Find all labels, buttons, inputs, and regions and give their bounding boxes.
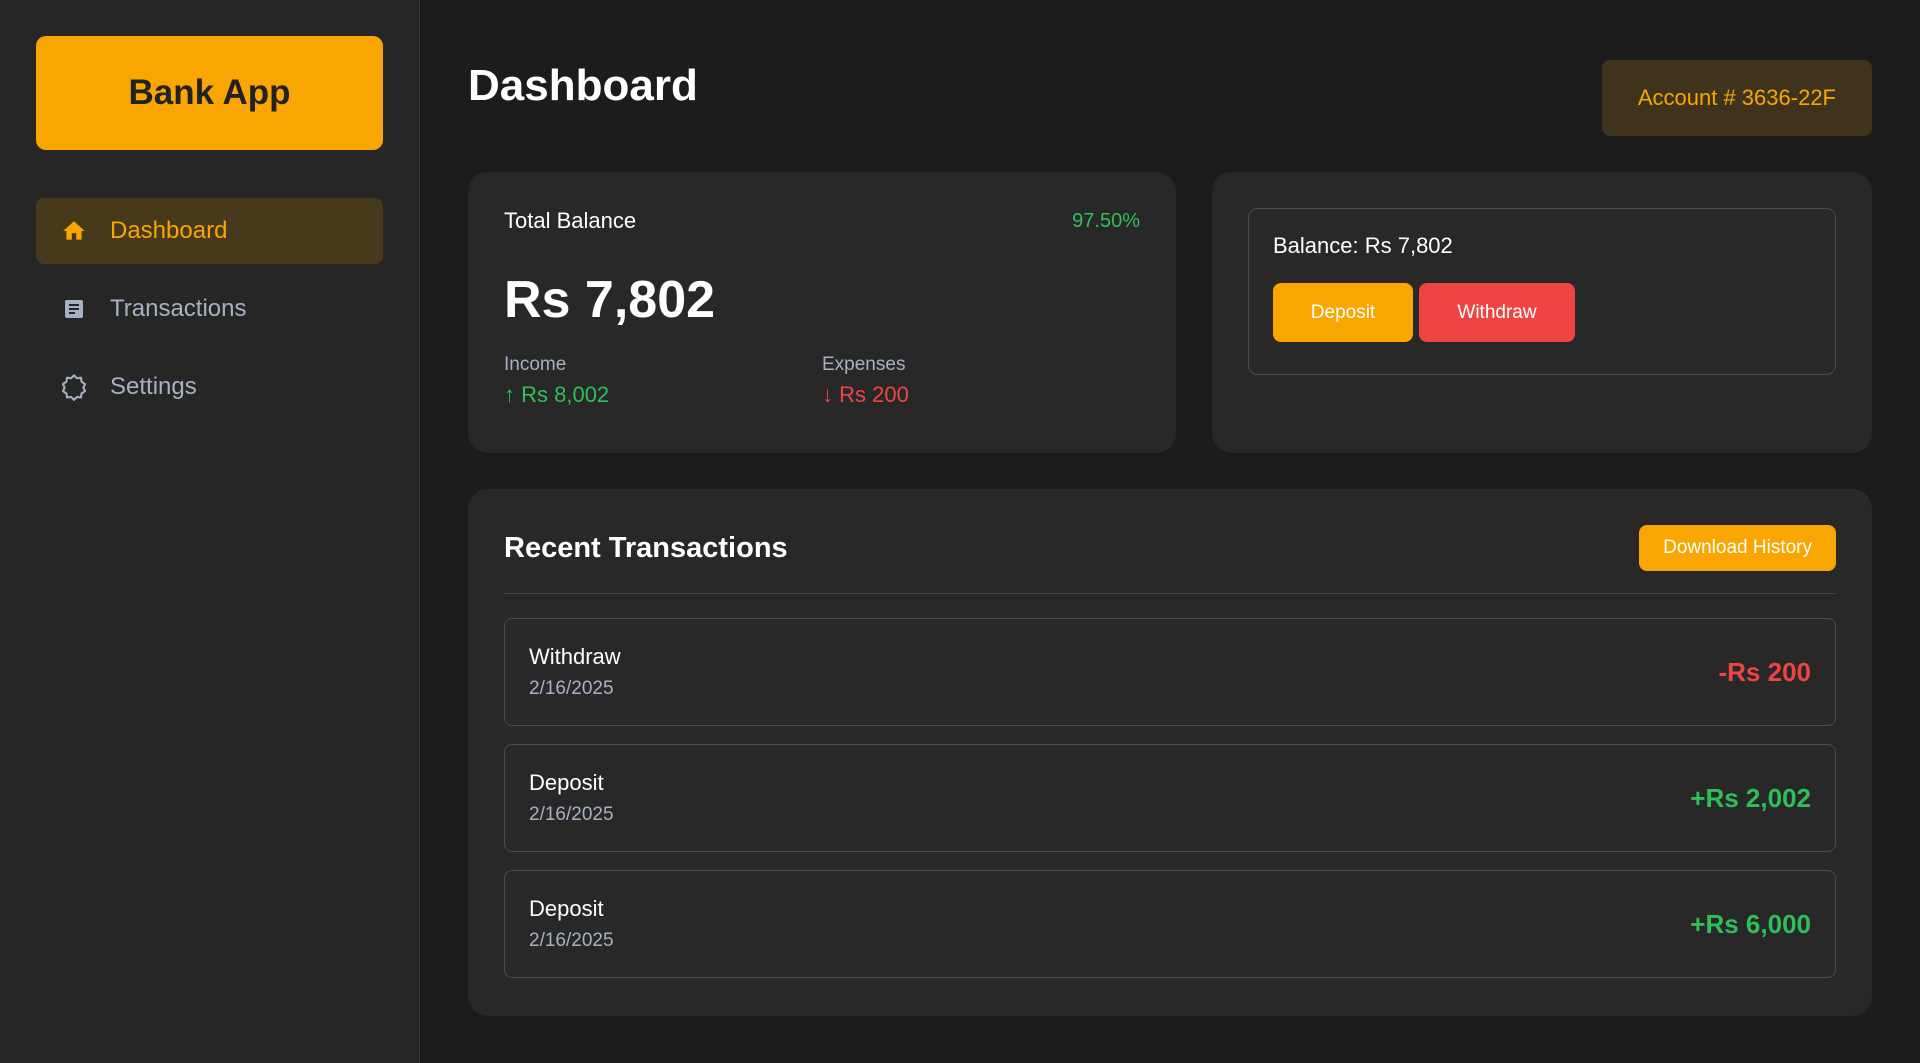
expenses-block: Expenses ↓ Rs 200	[822, 354, 1140, 408]
income-block: Income ↑ Rs 8,002	[504, 354, 822, 408]
transaction-amount: -Rs 200	[1718, 656, 1812, 687]
transaction-date: 2/16/2025	[529, 678, 614, 699]
transaction-name: Deposit	[529, 770, 604, 795]
transaction-amount: +Rs 6,000	[1690, 908, 1811, 939]
income-value: ↑ Rs 8,002	[504, 382, 610, 407]
transaction-name: Withdraw	[529, 644, 621, 669]
balance-card: Total Balance 97.50% Rs 7,802 Income ↑ R…	[468, 172, 1176, 453]
transaction-row[interactable]: Deposit 2/16/2025 +Rs 2,002	[504, 744, 1836, 852]
summary-row: Total Balance 97.50% Rs 7,802 Income ↑ R…	[468, 172, 1872, 453]
sidebar: Bank App Dashboard Transactions Settings	[0, 0, 420, 1063]
sidebar-item-settings[interactable]: Settings	[36, 354, 383, 420]
sidebar-item-dashboard[interactable]: Dashboard	[36, 198, 383, 264]
balance-percent: 97.50%	[1072, 209, 1140, 232]
total-balance-label: Total Balance	[504, 208, 637, 233]
expenses-value: ↓ Rs 200	[822, 382, 909, 407]
recent-transactions-title: Recent Transactions	[504, 531, 788, 564]
transaction-date: 2/16/2025	[529, 930, 614, 951]
sidebar-item-label: Transactions	[110, 295, 247, 322]
expenses-label: Expenses	[822, 354, 906, 375]
sidebar-item-label: Settings	[110, 373, 197, 400]
gear-icon	[60, 373, 88, 401]
income-label: Income	[504, 354, 567, 375]
withdraw-button[interactable]: Withdraw	[1419, 283, 1575, 342]
app-logo[interactable]: Bank App	[36, 36, 383, 150]
download-history-button[interactable]: Download History	[1639, 525, 1836, 571]
transaction-name: Deposit	[529, 896, 604, 921]
page-title: Dashboard	[468, 61, 698, 110]
transaction-date: 2/16/2025	[529, 804, 614, 825]
home-icon	[60, 217, 88, 245]
transaction-amount: +Rs 2,002	[1690, 782, 1811, 813]
app-root: Bank App Dashboard Transactions Settings…	[0, 0, 1920, 1063]
sidebar-item-label: Dashboard	[110, 217, 228, 244]
recent-transactions-card: Recent Transactions Download History Wit…	[468, 489, 1872, 1016]
total-balance-amount: Rs 7,802	[504, 271, 716, 329]
action-box: Balance: Rs 7,802 Deposit Withdraw	[1248, 208, 1836, 375]
action-balance: Balance: Rs 7,802	[1273, 233, 1453, 258]
account-badge: Account # 3636-22F	[1601, 60, 1872, 136]
main-content: Dashboard Account # 3636-22F Total Balan…	[420, 0, 1920, 1063]
document-icon	[60, 295, 88, 323]
transaction-row[interactable]: Deposit 2/16/2025 +Rs 6,000	[504, 870, 1836, 978]
transaction-row[interactable]: Withdraw 2/16/2025 -Rs 200	[504, 618, 1836, 726]
page-header: Dashboard Account # 3636-22F	[468, 48, 1872, 136]
deposit-button[interactable]: Deposit	[1273, 283, 1413, 342]
action-card: Balance: Rs 7,802 Deposit Withdraw	[1212, 172, 1872, 453]
sidebar-item-transactions[interactable]: Transactions	[36, 276, 383, 342]
